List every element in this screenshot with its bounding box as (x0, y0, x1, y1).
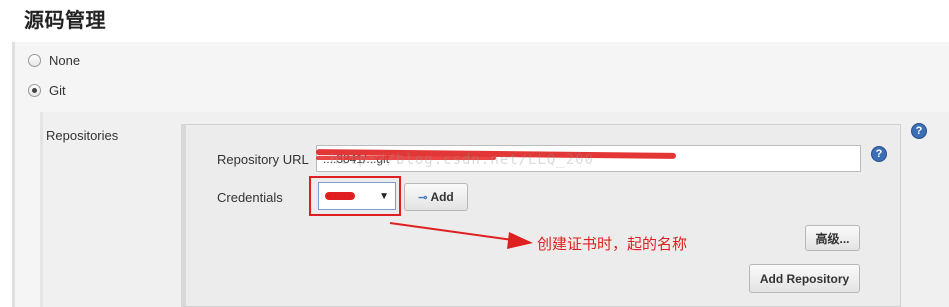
dropdown-arrow-icon: ▼ (379, 190, 389, 202)
key-icon: ⊸ (418, 191, 428, 204)
radio-none-label: None (49, 53, 81, 68)
help-icon[interactable]: ? (911, 123, 927, 139)
radio-git[interactable]: Git (28, 83, 66, 98)
annotation-arrow (389, 222, 533, 249)
annotation-text: 创建证书时，起的名称 (537, 235, 688, 253)
help-icon[interactable]: ? (871, 146, 887, 162)
watermark: http://blog.csdn.net/LLQ_200 (330, 152, 595, 168)
radio-git-button[interactable] (28, 84, 41, 97)
repositories-label: Repositories (46, 128, 119, 143)
add-credentials-label: Add (430, 190, 454, 204)
advanced-button[interactable]: 高级... (805, 225, 860, 251)
radio-git-label: Git (49, 83, 66, 98)
repository-url-label: Repository URL (217, 152, 309, 167)
credentials-select[interactable]: ▼ (318, 182, 396, 210)
redaction-mark (325, 192, 355, 200)
add-repository-button[interactable]: Add Repository (749, 264, 860, 293)
radio-none-button[interactable] (28, 54, 41, 67)
credentials-label: Credentials (217, 190, 283, 205)
section-title: 源码管理 (24, 8, 106, 32)
add-credentials-button[interactable]: ⊸ Add (404, 183, 468, 211)
radio-none[interactable]: None (28, 53, 80, 68)
